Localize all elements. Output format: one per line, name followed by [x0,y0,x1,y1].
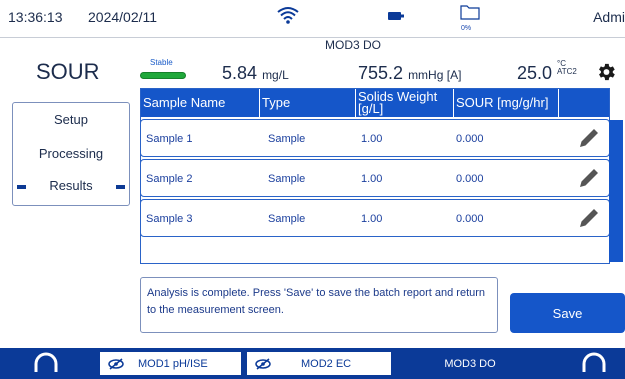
menu-item-results[interactable]: Results [13,178,129,193]
solids-weight: 1.00 [361,173,383,185]
menu-item-setup[interactable]: Setup [13,112,129,127]
clock-date: 2024/02/11 [88,9,158,25]
sour-value: 0.000 [456,173,484,185]
folder-icon[interactable] [460,4,480,20]
pressure-unit: mmHg [A] [408,68,462,82]
edit-pencil-icon[interactable] [577,126,601,150]
sample-name: Sample 2 [146,173,193,185]
do-reading: 5.84 mg/L [222,63,289,84]
sample-type: Sample [268,173,306,185]
sample-name: Sample 1 [146,133,193,145]
table-row[interactable]: Sample 2 Sample 1.00 0.000 [140,159,610,197]
tab-mod3-label: MOD3 DO [444,357,496,370]
col-edit [558,89,609,117]
do-unit: mg/L [262,68,289,82]
side-menu: Setup Processing Results [12,102,130,206]
edit-pencil-icon[interactable] [577,166,601,190]
tab-mod3[interactable]: MOD3 DO [395,350,545,377]
col-sour: SOUR [mg/g/hr] [453,89,558,117]
stability-label: Stable [150,58,173,67]
edit-pencil-icon[interactable] [577,206,601,230]
gear-icon[interactable] [595,61,617,83]
sample-type: Sample [268,133,306,145]
stability-indicator [140,72,186,79]
solids-weight: 1.00 [361,213,383,225]
mode-label: SOUR [36,59,100,84]
headset-icon[interactable] [576,348,612,379]
col-solids-weight: Solids Weight [g/L] [355,89,453,117]
hidden-eye-icon [255,358,271,370]
temperature-unit-bottom: ATC2 [557,67,577,76]
tab-mod1[interactable]: MOD1 pH/ISE [98,350,243,377]
col-sample-name: Sample Name [143,95,226,110]
selected-marker-left [17,185,26,189]
pressure-value: 755.2 [358,63,404,83]
solids-weight: 1.00 [361,133,383,145]
battery-icon [388,12,404,20]
wifi-icon [277,7,299,24]
selected-marker-right [116,185,125,189]
table-row[interactable]: Sample 3 Sample 1.00 0.000 [140,199,610,237]
temperature-unit: °C ATC2 [557,60,577,76]
save-button[interactable]: Save [510,293,625,333]
sample-name: Sample 3 [146,213,193,225]
table-scrollbar[interactable] [609,120,623,262]
user-name[interactable]: Admi [593,9,625,25]
module-tab-bar: MOD1 pH/ISE MOD2 EC MOD3 DO [0,348,625,379]
temperature-value: 25.0 [517,63,553,83]
tab-mod2[interactable]: MOD2 EC [245,350,393,377]
sour-value: 0.000 [456,213,484,225]
clock-time: 13:36:13 [8,9,63,25]
module-title: MOD3 DO [325,38,382,52]
pressure-reading: 755.2 mmHg [A] [358,63,461,84]
sample-type: Sample [268,213,306,225]
table-header: Sample Name Type Solids Weight [g/L] SOU… [141,89,609,117]
status-bar: 13:36:13 2024/02/11 0% Admi [0,0,625,38]
tab-mod2-label: MOD2 EC [301,357,352,370]
menu-item-processing[interactable]: Processing [13,146,129,161]
status-message: Analysis is complete. Press 'Save' to sa… [140,277,498,333]
headset-icon[interactable] [28,348,64,379]
hidden-eye-icon [108,358,124,370]
sample-table: Sample Name Type Solids Weight [g/L] SOU… [140,88,610,264]
table-row[interactable]: Sample 1 Sample 1.00 0.000 [140,119,610,157]
sour-value: 0.000 [456,133,484,145]
tab-mod1-label: MOD1 pH/ISE [138,357,208,370]
col-type: Type [259,89,355,117]
do-value: 5.84 [222,63,258,83]
storage-percent: 0% [461,25,472,32]
